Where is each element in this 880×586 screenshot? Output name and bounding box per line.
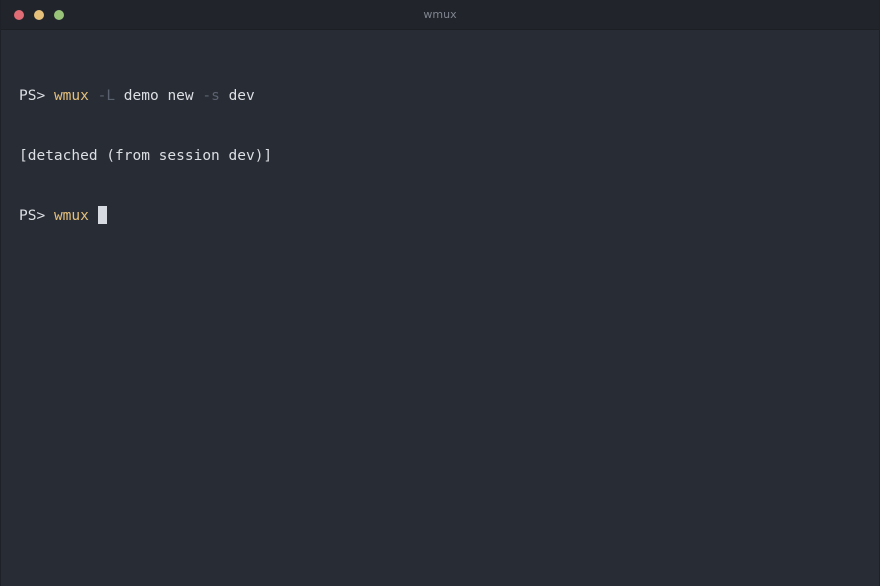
- terminal-line-1: PS> wmux -L demo new -s dev: [19, 86, 272, 106]
- terminal-line-2: [detached (from session dev)]: [19, 146, 272, 166]
- window-title: wmux: [423, 8, 457, 21]
- command-name: wmux: [53, 88, 89, 104]
- terminal-window: wmux PS> wmux -L demo new -s dev [detach…: [0, 0, 880, 586]
- shell-prompt: PS>: [19, 208, 46, 224]
- command-flag: -L: [97, 88, 116, 104]
- command-output: [detached (from session dev)]: [19, 148, 273, 164]
- title-bar[interactable]: wmux: [1, 0, 879, 30]
- command-flag: -s: [202, 88, 220, 104]
- command-argument: demo new: [123, 88, 194, 104]
- terminal-output[interactable]: PS> wmux -L demo new -s dev [detached (f…: [19, 46, 272, 266]
- shell-prompt: PS>: [19, 88, 46, 104]
- block-cursor-icon: [97, 206, 107, 224]
- command-input[interactable]: wmux: [54, 208, 89, 224]
- terminal-line-3: PS> wmux: [19, 206, 272, 226]
- command-argument: dev: [228, 88, 255, 104]
